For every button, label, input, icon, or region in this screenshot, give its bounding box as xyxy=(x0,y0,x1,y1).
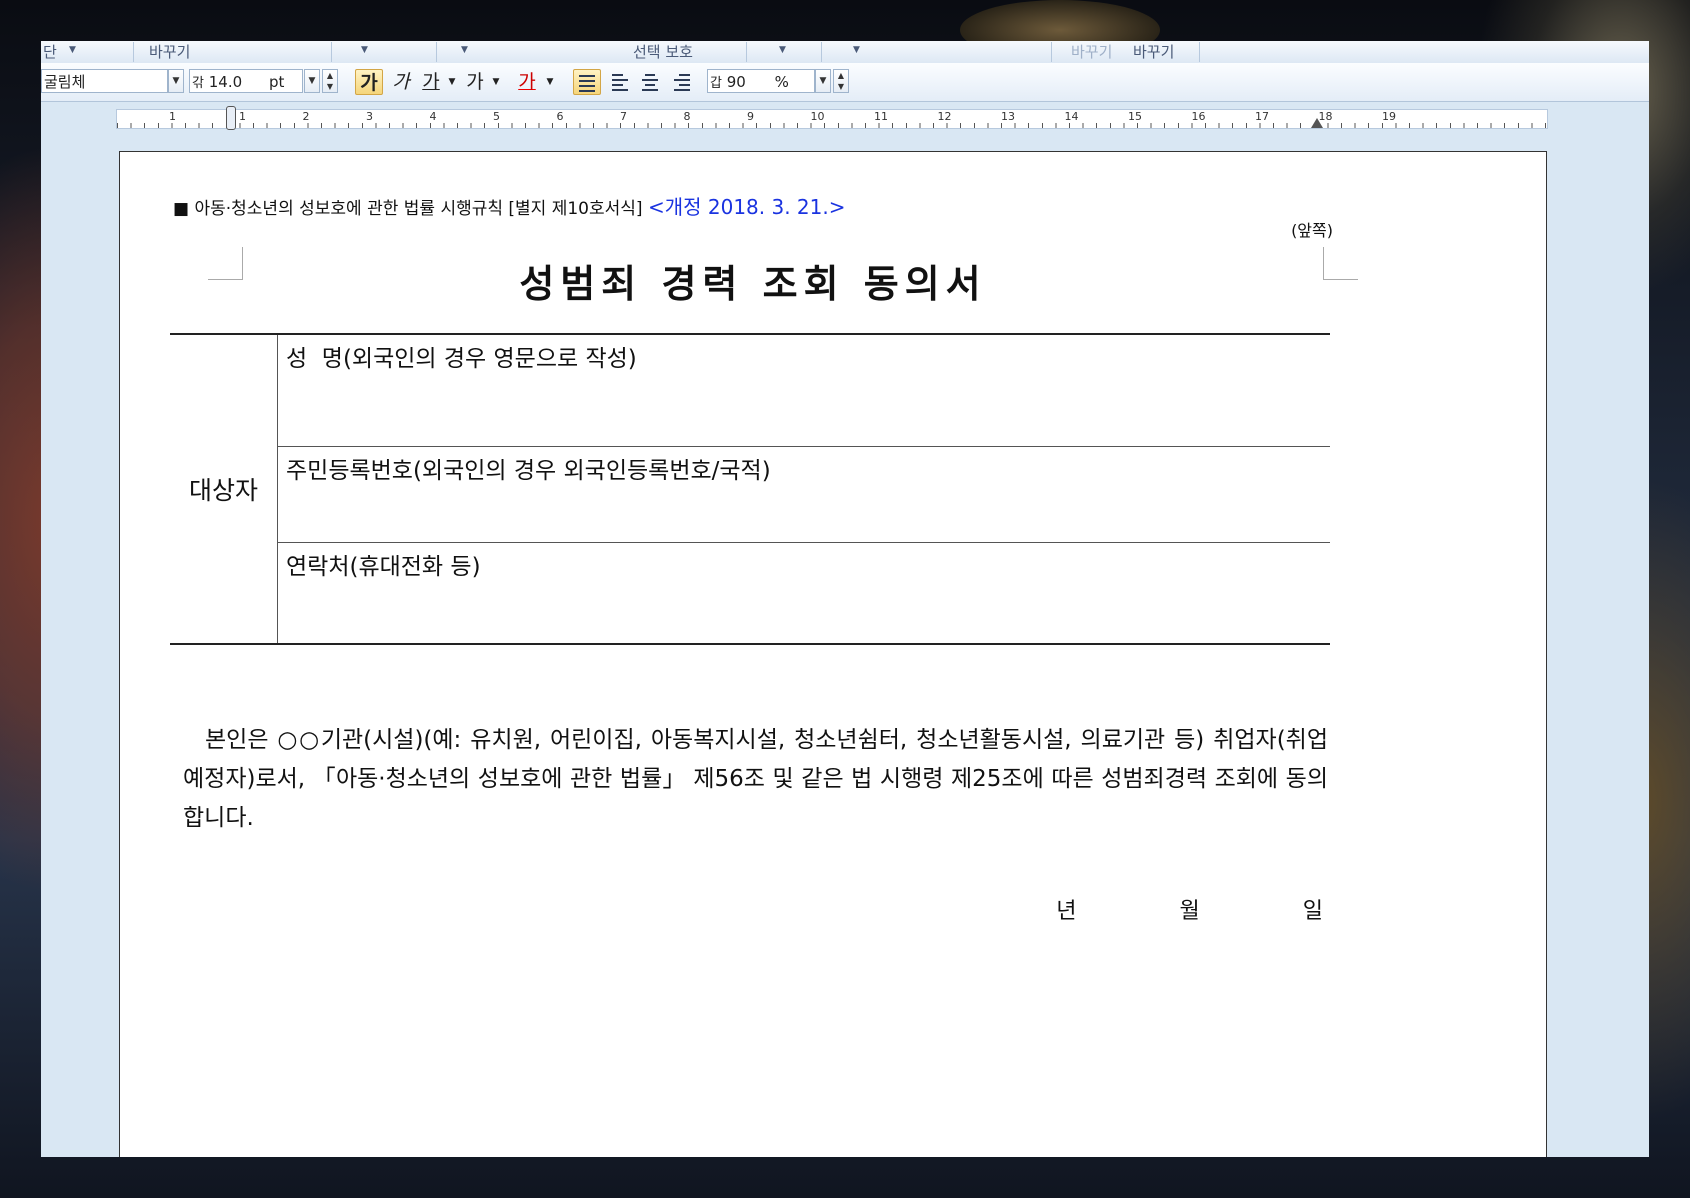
editor-window: 단 ▼ 바꾸기 ▼ ▼ 선택 보호 ▼ ▼ 바꾸기 바꾸기 굴림체 ▼ 갂 14… xyxy=(41,41,1649,1157)
toolbar-item-select-protect[interactable]: 선택 보호 xyxy=(633,41,693,62)
toolbar-item-column[interactable]: 단 xyxy=(43,41,57,62)
align-justify-icon xyxy=(576,72,598,94)
form-header-revision: <개정 2018. 3. 21.> xyxy=(647,195,846,219)
ruler-number: 19 xyxy=(1382,110,1396,123)
bold-button[interactable]: 가 xyxy=(355,69,383,95)
font-name-input[interactable]: 굴림체 xyxy=(41,69,168,93)
ruler-number: 13 xyxy=(1001,110,1015,123)
align-justify-button[interactable] xyxy=(573,69,601,95)
ruler-number: 8 xyxy=(683,110,691,123)
font-size-value: 14.0 xyxy=(208,73,243,91)
line-spacing-icon: 갑 xyxy=(710,76,722,91)
ruler-number: 10 xyxy=(810,110,825,123)
chevron-down-icon[interactable]: ▼ xyxy=(361,45,368,55)
right-indent-marker[interactable] xyxy=(1311,118,1323,128)
ruler-number: 1 xyxy=(169,110,176,123)
ruler-number: 15 xyxy=(1128,110,1142,123)
line-spacing-value: 90 xyxy=(726,73,746,91)
subject-info-table: 대상자 성 명(외국인의 경우 영문으로 작성) 주민등록번호(외국인의 경우 … xyxy=(170,333,1330,645)
align-right-icon[interactable] xyxy=(671,71,693,93)
ruler-number: 3 xyxy=(366,110,373,123)
chevron-down-icon[interactable]: ▼ xyxy=(461,45,468,55)
italic-button[interactable]: 가 xyxy=(387,69,415,95)
ruler-number: 14 xyxy=(1064,110,1079,123)
resident-number-field[interactable]: 주민등록번호(외국인의 경우 외국인등록번호/국적) xyxy=(277,445,1330,543)
name-field-label: 성 명(외국인의 경우 영문으로 작성) xyxy=(286,346,637,372)
date-month: 월 xyxy=(1179,899,1200,924)
form-header: ■ 아동·청소년의 성보호에 관한 법률 시행규칙 [별지 제10호서식] <개… xyxy=(173,191,846,220)
front-side-label: (앞쪽) xyxy=(1291,221,1333,240)
toolbar-item-replace[interactable]: 바꾸기 xyxy=(149,41,190,62)
contact-label: 연락처(휴대전화 등) xyxy=(286,553,481,580)
font-size-unit: pt xyxy=(268,73,285,91)
chevron-down-icon[interactable]: ▼ xyxy=(543,69,557,95)
ruler-number: 1 xyxy=(239,110,246,123)
font-size-icon: 갂 xyxy=(192,76,204,91)
chevron-down-icon[interactable]: ▼ xyxy=(489,69,503,95)
chevron-down-icon[interactable]: ▼ xyxy=(853,45,860,55)
format-toolbar: 굴림체 ▼ 갂 14.0 pt ▼ ▲ ▼ 가 가 가 ▼ 가 ▼ 가 ▼ 갑 9… xyxy=(41,63,1649,102)
date-year: 년 xyxy=(1056,899,1077,924)
line-spacing-unit: % xyxy=(774,73,789,91)
font-color-button[interactable]: 가 xyxy=(513,69,541,95)
line-spacing-stepper[interactable]: ▲ ▼ xyxy=(833,69,849,93)
ruler-number: 12 xyxy=(937,110,952,123)
ruler-scale[interactable]: 1 1 2 3 4 5 6 7 8 9 10 11 12 13 14 15 16 17 18 19 xyxy=(116,109,1548,129)
chevron-down-icon[interactable]: ▼ xyxy=(779,45,786,55)
line-spacing-input[interactable]: 갑 90 % xyxy=(707,69,815,93)
top-toolbar: 단 ▼ 바꾸기 ▼ ▼ 선택 보호 ▼ ▼ 바꾸기 바꾸기 xyxy=(41,41,1649,64)
toolbar-item-replace-2[interactable]: 바꾸기 xyxy=(1133,41,1174,62)
left-indent-marker[interactable] xyxy=(226,106,236,130)
align-left-icon[interactable] xyxy=(609,71,631,93)
align-center-icon[interactable] xyxy=(639,71,661,93)
ruler-number: 6 xyxy=(556,110,564,123)
ruler-number: 4 xyxy=(429,110,437,123)
resident-number-label: 주민등록번호(외국인의 경우 외국인등록번호/국적) xyxy=(286,457,771,484)
font-size-dropdown[interactable]: ▼ xyxy=(304,69,320,93)
ruler-number: 11 xyxy=(874,110,888,123)
ruler-number: 17 xyxy=(1255,110,1269,123)
ruler-number: 5 xyxy=(493,110,500,123)
line-spacing-dropdown[interactable]: ▼ xyxy=(815,69,831,93)
ruler-number: 16 xyxy=(1191,110,1206,123)
subject-label: 대상자 xyxy=(170,333,278,645)
font-name-dropdown[interactable]: ▼ xyxy=(168,69,184,93)
horizontal-ruler[interactable]: 1 1 2 3 4 5 6 7 8 9 10 11 12 13 14 15 16 17 18 19 xyxy=(41,102,1649,132)
strikethrough-button[interactable]: 가 xyxy=(461,69,489,95)
ruler-number: 7 xyxy=(620,110,627,123)
chevron-down-icon[interactable]: ▼ xyxy=(445,69,459,95)
ruler-number: 2 xyxy=(302,110,310,123)
name-field[interactable]: 성 명(외국인의 경우 영문으로 작성) xyxy=(277,333,1330,447)
consent-paragraph: 본인은 ○○기관(시설)(예: 유치원, 어린이집, 아동복지시설, 청소년쉼터… xyxy=(183,727,1328,831)
underline-button[interactable]: 가 xyxy=(417,69,445,95)
contact-field[interactable]: 연락처(휴대전화 등) xyxy=(277,541,1330,645)
font-size-input[interactable]: 갂 14.0 pt xyxy=(189,69,303,93)
form-header-law: ■ 아동·청소년의 성보호에 관한 법률 시행규칙 [별지 제10호서식] xyxy=(173,199,648,219)
font-size-stepper[interactable]: ▲ ▼ xyxy=(322,69,338,93)
document-title: 성범죄 경력 조회 동의서 xyxy=(519,262,987,306)
toolbar-item-replace-disabled[interactable]: 바꾸기 xyxy=(1071,41,1112,62)
ruler-number: 9 xyxy=(747,110,754,123)
chevron-down-icon[interactable]: ▼ xyxy=(69,45,76,55)
date-day: 일 xyxy=(1302,899,1323,924)
date-line: 년 월 일 xyxy=(960,893,1323,925)
